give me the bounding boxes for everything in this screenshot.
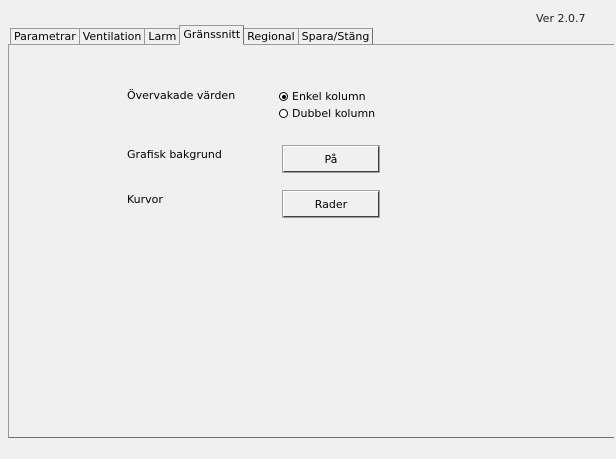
tab-larm[interactable]: Larm [144, 28, 181, 45]
tab-parametrar[interactable]: Parametrar [10, 28, 80, 45]
tab-gransnitt[interactable]: Gränssnitt [179, 25, 245, 45]
settings-window: Ver 2.0.7 Parametrar Ventilation Larm Gr… [0, 0, 616, 459]
radio-unchecked-icon [279, 109, 288, 118]
version-label: Ver 2.0.7 [536, 12, 586, 25]
curves-button[interactable]: Rader [282, 190, 380, 218]
tab-spara-stang[interactable]: Spara/Stäng [297, 28, 374, 45]
interface-settings-panel: Övervakade värden Enkel kolumn Dubbel ko… [8, 44, 614, 438]
tab-regional[interactable]: Regional [243, 28, 299, 45]
monitored-values-label: Övervakade värden [127, 89, 236, 102]
radio-enkel-kolumn-label: Enkel kolumn [292, 90, 366, 103]
radio-checked-icon [279, 92, 288, 101]
tab-ventilation[interactable]: Ventilation [78, 28, 146, 45]
graphic-background-label: Grafisk bakgrund [127, 148, 222, 161]
radio-dubbel-kolumn-label: Dubbel kolumn [292, 107, 376, 120]
tab-bar: Parametrar Ventilation Larm Gränssnitt R… [10, 25, 374, 45]
curves-label: Kurvor [127, 193, 163, 206]
radio-enkel-kolumn[interactable]: Enkel kolumn [279, 90, 366, 103]
radio-dubbel-kolumn[interactable]: Dubbel kolumn [279, 107, 375, 120]
graphic-background-button[interactable]: På [282, 145, 380, 173]
